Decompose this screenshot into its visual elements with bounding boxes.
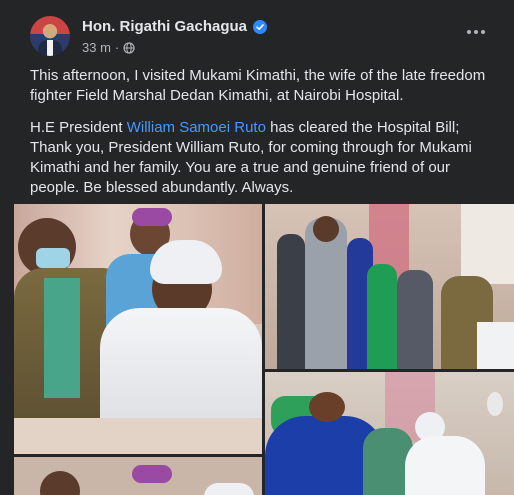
- photo-1[interactable]: [14, 204, 262, 454]
- photo-shawl: [405, 436, 485, 495]
- post-header: Hon. Rigathi Gachagua 33 m ·: [30, 16, 500, 60]
- verified-badge-icon: [253, 19, 268, 34]
- author-avatar[interactable]: [30, 16, 70, 56]
- photo-2[interactable]: [265, 204, 514, 369]
- photo-headwrap: [132, 465, 172, 483]
- photo-headscarf: [204, 483, 254, 495]
- post-meta: 33 m ·: [82, 40, 135, 55]
- post-text: This afternoon, I visited Mukami Kimathi…: [30, 66, 498, 210]
- more-options-icon[interactable]: [462, 22, 490, 42]
- mention-link[interactable]: William Samoei Ruto: [127, 119, 266, 136]
- facebook-post: Hon. Rigathi Gachagua 33 m · This aftern…: [0, 0, 514, 495]
- author-row: Hon. Rigathi Gachagua: [82, 18, 268, 35]
- photo-bedding: [14, 418, 262, 454]
- post-paragraph-2: H.E President William Samoei Ruto has cl…: [30, 118, 498, 198]
- globe-icon[interactable]: [123, 41, 135, 54]
- photo-headwrap: [132, 208, 172, 226]
- avatar-shirt: [47, 40, 53, 56]
- photo-shirt: [44, 278, 80, 398]
- photo-3[interactable]: [265, 372, 514, 495]
- paragraph-2-lead: H.E President: [30, 119, 127, 136]
- photo-window: [461, 204, 514, 284]
- photo-figure: [40, 471, 80, 495]
- photo-lamp: [487, 392, 503, 416]
- author-name[interactable]: Hon. Rigathi Gachagua: [82, 18, 247, 35]
- more-dot: [474, 30, 478, 34]
- photo-figure: [309, 392, 345, 422]
- photo-grid: [14, 204, 514, 495]
- more-dot: [481, 30, 485, 34]
- photo-4[interactable]: [14, 457, 262, 495]
- more-dot: [467, 30, 471, 34]
- post-timestamp[interactable]: 33 m: [82, 40, 111, 55]
- photo-figure: [277, 234, 305, 369]
- photo-mask: [36, 248, 70, 268]
- photo-figure: [367, 264, 397, 369]
- photo-headscarf: [150, 240, 222, 284]
- meta-separator: ·: [114, 40, 120, 55]
- photo-bed: [477, 322, 514, 369]
- photo-figure: [397, 270, 433, 369]
- photo-figure: [313, 216, 339, 242]
- post-paragraph-1: This afternoon, I visited Mukami Kimathi…: [30, 67, 486, 104]
